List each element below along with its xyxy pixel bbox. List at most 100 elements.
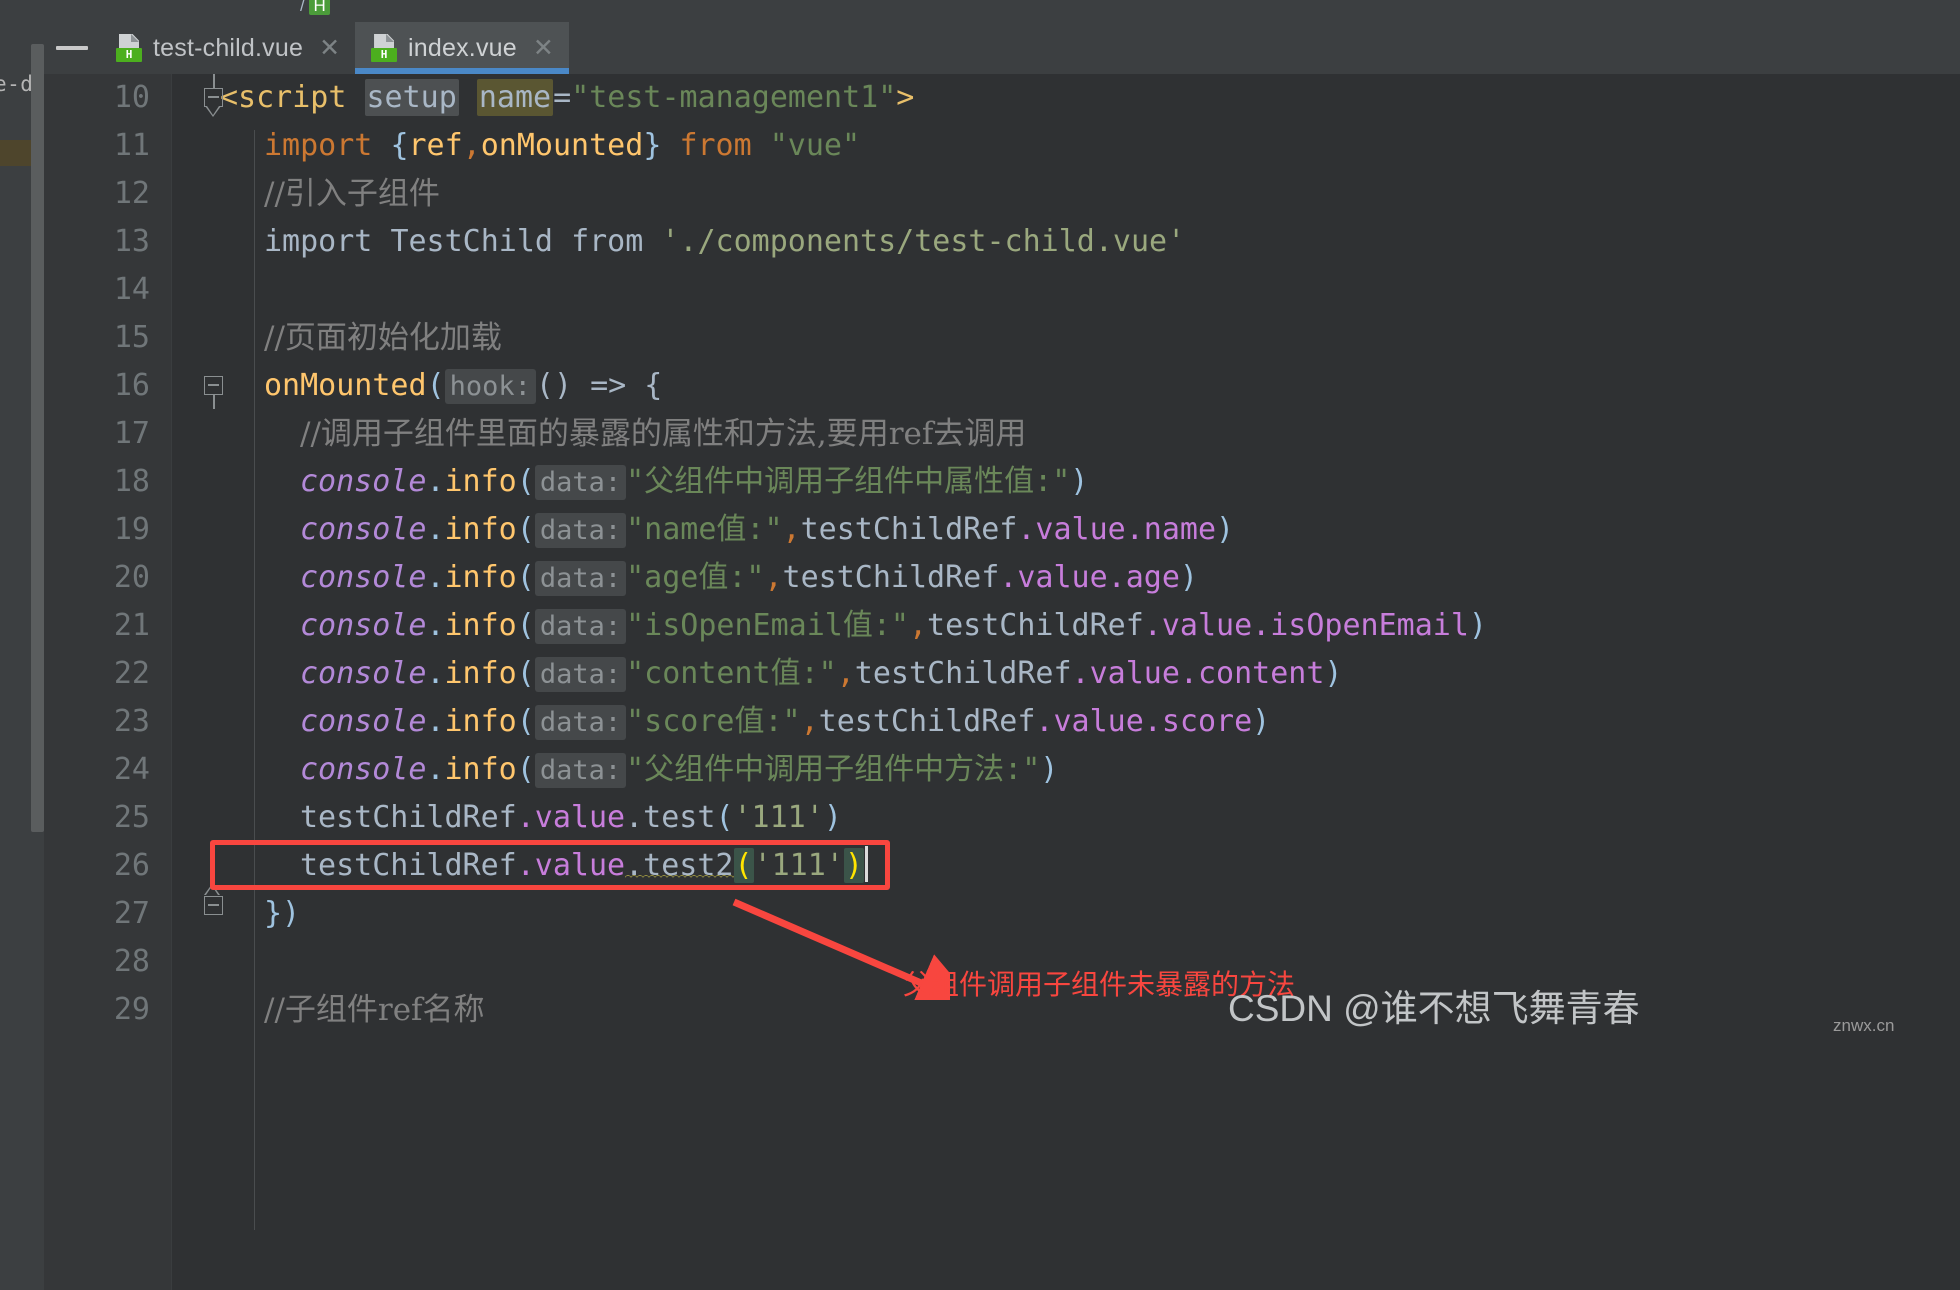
minimize-icon xyxy=(56,46,88,50)
tab-index-vue[interactable]: H index.vue ✕ xyxy=(355,22,569,74)
line-number: 14 xyxy=(113,272,150,307)
code-line[interactable]: 21 console.info(data: "isOpenEmail值:",tes… xyxy=(44,602,1960,650)
code-line[interactable]: 20 console.info(data: "age值:",testChildRe… xyxy=(44,554,1960,602)
token-prop: .score xyxy=(1143,704,1253,739)
project-panel-strip[interactable]: e-de xyxy=(0,0,46,1290)
code-content[interactable]: 10 <script setup name="test-management1"… xyxy=(44,74,1960,1290)
token-string: "score值:" xyxy=(626,704,801,739)
token-string: "父组件中调用子组件中方法:" xyxy=(626,752,1041,787)
token-arrow: => xyxy=(590,368,627,403)
token-console: console xyxy=(300,752,427,787)
token-method-info: info xyxy=(444,560,517,595)
token-brace: } xyxy=(643,128,662,163)
token-brace: { xyxy=(390,128,409,163)
line-number: 28 xyxy=(113,944,150,979)
code-line[interactable]: 11 import {ref,onMounted} from "vue" xyxy=(44,122,1960,170)
line-number: 20 xyxy=(113,560,150,595)
token-paren: ( xyxy=(516,704,535,739)
tab-label: index.vue xyxy=(408,33,517,62)
line-number: 19 xyxy=(113,512,150,547)
parameter-hint-data: data: xyxy=(534,561,627,596)
line-number: 17 xyxy=(113,416,150,451)
token-method-info: info xyxy=(444,656,517,691)
code-editor[interactable]: 10 <script setup name="test-management1"… xyxy=(44,74,1960,1290)
token-dot: . xyxy=(426,656,445,691)
token-prop-value: .value xyxy=(999,560,1108,595)
token-console: console xyxy=(300,560,427,595)
fold-marker-onmounted-open[interactable] xyxy=(204,376,226,409)
code-line[interactable]: 27 }) xyxy=(44,890,1960,938)
token-comma: , xyxy=(782,512,801,547)
parameter-hint-hook: hook: xyxy=(444,369,536,404)
token-paren: ( xyxy=(715,800,734,835)
token-keyword-from: from xyxy=(571,224,644,259)
token-paren: ( xyxy=(516,608,535,643)
code-line[interactable]: 18 console.info(data: "父组件中调用子组件中属性值:") xyxy=(44,458,1960,506)
code-line[interactable]: 23 console.info(data: "score值:",testChild… xyxy=(44,698,1960,746)
code-line[interactable]: 24 console.info(data: "父组件中调用子组件中方法:") xyxy=(44,746,1960,794)
token-prop-value: .value xyxy=(1071,656,1180,691)
token-module-string: "vue" xyxy=(769,128,861,163)
line-text: console.info(data: "score值:",testChildRef… xyxy=(300,698,1270,747)
breadcrumb-separator: / xyxy=(300,0,305,15)
token-attr-name: name xyxy=(476,79,554,116)
token-paren: ) xyxy=(1324,656,1343,691)
tab-close-icon[interactable]: ✕ xyxy=(533,35,554,61)
token-attr-value: "test-management1" xyxy=(571,80,897,115)
line-number: 27 xyxy=(113,896,150,931)
code-line[interactable]: 10 <script setup name="test-management1"… xyxy=(44,74,1960,122)
token-keyword-from: from xyxy=(679,128,752,163)
project-panel-scrollbar[interactable] xyxy=(31,44,44,832)
line-text: console.info(data: "父组件中调用子组件中方法:") xyxy=(300,746,1058,795)
token-method-test: .test xyxy=(625,800,716,835)
token-ref-object: testChildRef xyxy=(800,512,1018,547)
code-line[interactable]: 22 console.info(data: "content值:",testChi… xyxy=(44,650,1960,698)
token-paren: ( xyxy=(516,656,535,691)
fold-marker-script-open[interactable] xyxy=(204,74,226,117)
token-tag: <script xyxy=(220,80,347,115)
token-prop: .isOpenEmail xyxy=(1252,608,1469,643)
token-keyword-import: import xyxy=(264,128,373,163)
fold-marker-onmounted-close[interactable] xyxy=(204,884,226,918)
code-line[interactable]: 15 //页面初始化加载 xyxy=(44,314,1960,362)
code-line[interactable]: 14 xyxy=(44,266,1960,314)
token-prop-value: .value xyxy=(1017,512,1126,547)
code-line[interactable]: 25 testChildRef.value.test('111') xyxy=(44,794,1960,842)
token-method-info: info xyxy=(444,752,517,787)
token-argument-string: '111' xyxy=(753,848,844,883)
parameter-hint-data: data: xyxy=(534,609,627,644)
token-ref-object: testChildRef xyxy=(854,656,1072,691)
code-line[interactable]: 12 //引入子组件 xyxy=(44,170,1960,218)
code-line[interactable]: 19 console.info(data: "name值:",testChildR… xyxy=(44,506,1960,554)
text-caret xyxy=(864,846,868,882)
line-text: testChildRef.value.test2('111') xyxy=(300,842,868,890)
code-line[interactable]: 17 //调用子组件里面的暴露的属性和方法,要用ref去调用 xyxy=(44,410,1960,458)
tab-close-icon[interactable]: ✕ xyxy=(319,35,340,61)
token-import-onmounted: onMounted xyxy=(480,128,644,163)
line-text: import {ref,onMounted} from "vue" xyxy=(264,122,860,170)
code-line[interactable]: 16 onMounted(hook:() => { xyxy=(44,362,1960,410)
token-dot: . xyxy=(426,704,445,739)
line-text: console.info(data: "name值:",testChildRef.… xyxy=(300,506,1234,555)
line-number: 25 xyxy=(113,800,150,835)
line-text: }) xyxy=(264,896,301,931)
parameter-hint-data: data: xyxy=(534,753,627,788)
code-line[interactable]: 13 import TestChild from './components/t… xyxy=(44,218,1960,266)
token-prop-value: .value xyxy=(516,800,626,835)
minimize-button[interactable] xyxy=(44,22,100,74)
code-line-active[interactable]: 26 testChildRef.value.test2('111') xyxy=(44,842,1960,890)
token-string: "name值:" xyxy=(626,512,783,547)
token-comma: , xyxy=(462,128,481,163)
line-text: console.info(data: "isOpenEmail值:",testCh… xyxy=(300,602,1487,651)
token-paren: ( xyxy=(516,464,535,499)
token-paren: ( xyxy=(516,512,535,547)
line-number: 12 xyxy=(113,176,150,211)
line-number: 11 xyxy=(113,128,150,163)
token-arrow-args: () xyxy=(535,368,573,403)
token-method-info: info xyxy=(444,704,517,739)
token-comma: , xyxy=(764,560,783,595)
line-number: 18 xyxy=(113,464,150,499)
tab-label: test-child.vue xyxy=(153,33,304,62)
token-prop-value: .value xyxy=(1143,608,1253,643)
tab-test-child-vue[interactable]: H test-child.vue ✕ xyxy=(100,22,356,74)
